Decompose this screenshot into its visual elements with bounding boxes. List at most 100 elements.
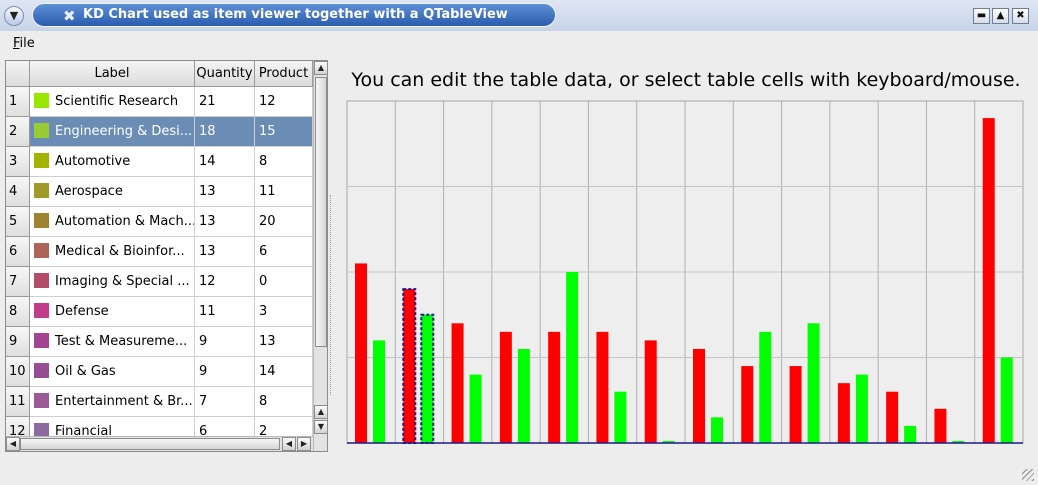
bar-series-1[interactable] (904, 425, 917, 443)
bar-series-1[interactable] (759, 331, 772, 443)
cell-quantity[interactable]: 13 (195, 177, 255, 207)
bar-series-0[interactable] (789, 366, 802, 443)
row-header[interactable]: 8 (6, 297, 30, 327)
row-header[interactable]: 11 (6, 387, 30, 417)
header-product[interactable]: Product (255, 61, 313, 87)
cell-label[interactable]: Entertainment & Br... (30, 387, 195, 417)
cell-product[interactable]: 15 (255, 117, 313, 147)
cell-label-text: Scientific Research (55, 94, 179, 109)
bar-series-0[interactable] (693, 348, 705, 443)
cell-quantity[interactable]: 13 (195, 237, 255, 267)
close-icon: ✖ (1016, 10, 1025, 21)
row-header[interactable]: 9 (6, 327, 30, 357)
cell-label[interactable]: Medical & Bioinfor... (30, 237, 195, 267)
bar-series-1[interactable] (855, 374, 868, 443)
row-header[interactable]: 6 (6, 237, 30, 267)
scroll-down-button[interactable]: ▼ (314, 420, 327, 434)
bar-series-0[interactable] (355, 263, 367, 443)
cell-product[interactable]: 13 (255, 327, 313, 357)
row-header[interactable]: 4 (6, 177, 30, 207)
cell-label[interactable]: Oil & Gas (30, 357, 195, 387)
cell-product[interactable]: 6 (255, 237, 313, 267)
header-label[interactable]: Label (30, 61, 195, 87)
vertical-scroll-thumb[interactable] (315, 77, 327, 347)
close-button[interactable]: ✖ (1012, 8, 1029, 24)
bar-series-1[interactable] (517, 348, 530, 443)
cell-label-text: Defense (55, 304, 109, 319)
bar-series-0[interactable] (982, 118, 995, 443)
cell-product[interactable]: 0 (255, 267, 313, 297)
bar-chart[interactable] (346, 100, 1026, 446)
cell-quantity[interactable]: 11 (195, 297, 255, 327)
cell-label[interactable]: Imaging & Special ... (30, 267, 195, 297)
cell-quantity[interactable]: 9 (195, 327, 255, 357)
bar-series-1[interactable] (373, 340, 385, 443)
bar-series-0[interactable] (741, 366, 754, 443)
cell-quantity[interactable]: 13 (195, 207, 255, 237)
cell-label[interactable]: Defense (30, 297, 195, 327)
row-header[interactable]: 2 (6, 117, 30, 147)
bar-series-1[interactable] (1000, 357, 1013, 444)
maximize-button[interactable]: ▲ (992, 8, 1009, 24)
scroll-left-button-right[interactable]: ◀ (282, 437, 296, 451)
row-header[interactable]: 10 (6, 357, 30, 387)
bar-series-0[interactable] (837, 383, 850, 443)
resize-grip[interactable] (1022, 469, 1034, 481)
cell-label[interactable]: Automotive (30, 147, 195, 177)
cell-label[interactable]: Engineering & Desi... (30, 117, 195, 147)
row-header[interactable]: 1 (6, 87, 30, 117)
bar-series-1[interactable] (420, 313, 435, 444)
bar-series-1[interactable] (711, 417, 723, 443)
row-header[interactable]: 5 (6, 207, 30, 237)
cell-product[interactable]: 3 (255, 297, 313, 327)
scroll-up-button-lower[interactable]: ▲ (314, 405, 327, 419)
cell-label[interactable]: Test & Measureme... (30, 327, 195, 357)
scroll-up-button[interactable]: ▲ (314, 61, 327, 75)
cell-product[interactable]: 8 (255, 387, 313, 417)
bar-series-0[interactable] (451, 323, 464, 443)
cell-label-text: Medical & Bioinfor... (55, 244, 185, 259)
bar-series-1[interactable] (566, 272, 579, 443)
cell-quantity[interactable]: 7 (195, 387, 255, 417)
cell-product[interactable]: 14 (255, 357, 313, 387)
bar-series-0[interactable] (499, 331, 512, 443)
system-menu-button[interactable]: ▼ (4, 6, 24, 26)
splitter-handle[interactable] (330, 195, 334, 395)
cell-label[interactable]: Scientific Research (30, 87, 195, 117)
cell-label[interactable]: Automation & Mach... (30, 207, 195, 237)
cell-label-text: Entertainment & Br... (55, 394, 193, 409)
horizontal-scroll-thumb[interactable] (20, 438, 280, 450)
cell-quantity[interactable]: 18 (195, 117, 255, 147)
cell-product[interactable]: 20 (255, 207, 313, 237)
horizontal-scrollbar[interactable]: ◀ ◀ ▶ (6, 436, 313, 451)
bar-series-0[interactable] (886, 391, 899, 443)
bar-series-1[interactable] (614, 391, 627, 443)
cell-label[interactable]: Aerospace (30, 177, 195, 207)
cell-quantity[interactable]: 21 (195, 87, 255, 117)
cell-product[interactable]: 11 (255, 177, 313, 207)
bar-series-0[interactable] (402, 288, 417, 444)
bar-series-0[interactable] (548, 331, 561, 443)
color-swatch (34, 333, 49, 348)
scroll-right-button[interactable]: ▶ (297, 437, 311, 451)
bar-series-0[interactable] (596, 331, 609, 443)
cell-product[interactable]: 8 (255, 147, 313, 177)
cell-quantity[interactable]: 9 (195, 357, 255, 387)
scroll-left-button[interactable]: ◀ (6, 437, 20, 451)
maximize-icon: ▲ (996, 10, 1005, 21)
table-corner-button[interactable] (6, 61, 30, 87)
cell-product[interactable]: 12 (255, 87, 313, 117)
vertical-scrollbar[interactable]: ▲ ▲ ▼ (313, 61, 327, 451)
bar-series-1[interactable] (807, 323, 820, 443)
cell-quantity[interactable]: 14 (195, 147, 255, 177)
header-quantity[interactable]: Quantity (195, 61, 255, 87)
row-header[interactable]: 3 (6, 147, 30, 177)
bar-series-0[interactable] (644, 340, 657, 443)
table-view[interactable]: Label Quantity Product 1 Scientific Resea… (5, 60, 328, 452)
minimize-button[interactable]: ▬ (973, 8, 990, 24)
bar-series-1[interactable] (469, 374, 482, 443)
row-header[interactable]: 7 (6, 267, 30, 297)
menu-file[interactable]: File (13, 36, 35, 51)
bar-series-0[interactable] (934, 408, 947, 443)
cell-quantity[interactable]: 12 (195, 267, 255, 297)
